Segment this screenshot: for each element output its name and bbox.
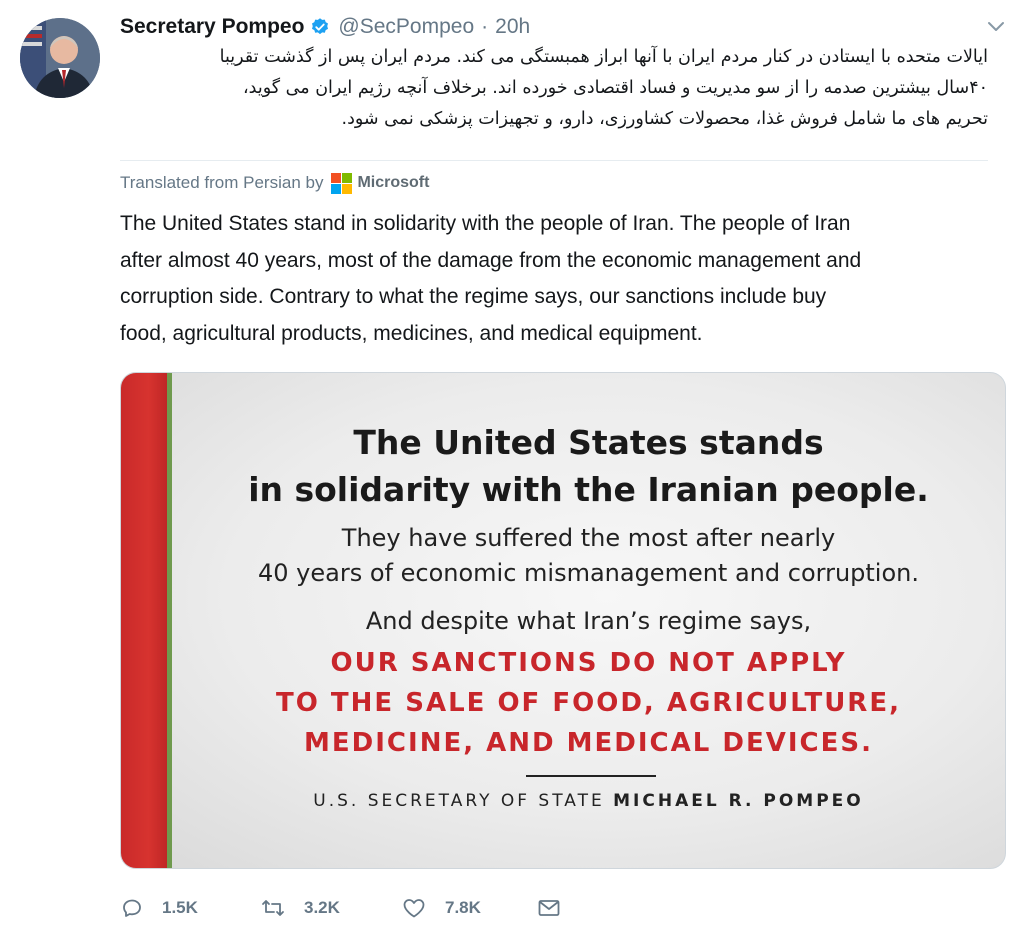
english-line: after almost 40 years, most of the damag…	[120, 248, 862, 272]
english-line: food, agricultural products, medicines, …	[120, 321, 703, 345]
english-line: corruption side. Contrary to what the re…	[120, 285, 827, 308]
author-name[interactable]: Secretary Pompeo	[120, 15, 304, 39]
persian-line: ایالات متحده با ایستادن در کنار مردم ایر…	[219, 47, 988, 67]
card-red-line: MEDICINE, AND MEDICAL DEVICES.	[304, 728, 873, 758]
card-red-line: TO THE SALE OF FOOD, AGRICULTURE,	[276, 688, 901, 718]
microsoft-logo-icon	[331, 172, 353, 194]
card-body-line: 40 years of economic mismanagement and c…	[258, 559, 919, 587]
like-count: 7.8K	[445, 898, 481, 917]
separator: ·	[481, 15, 489, 38]
avatar[interactable]	[20, 18, 100, 98]
tweet-text-original: ایالات متحده با ایستادن در کنار مردم ایر…	[120, 42, 988, 135]
tweet-header: Secretary Pompeo @SecPompeo · 20h	[120, 12, 1004, 42]
direct-message-icon	[536, 896, 562, 920]
card-red-stripe	[121, 373, 167, 868]
card-body-line: They have suffered the most after nearly	[341, 524, 836, 552]
persian-line: ۴۰سال بیشترین صدمه را از سو مدیریت و فسا…	[243, 78, 988, 98]
reply-icon	[120, 896, 144, 920]
signature-title: U.S. SECRETARY OF STATE	[313, 791, 614, 811]
card-headline-line: The United States stands	[353, 423, 824, 462]
english-line: The United States stand in solidarity wi…	[120, 212, 851, 235]
translated-label: Translated from Persian by	[120, 173, 324, 192]
like-icon	[401, 896, 427, 920]
tweet-media-image[interactable]: The United States stands in solidarity w…	[120, 372, 1006, 869]
card-red-line: OUR SANCTIONS DO NOT APPLY	[330, 648, 847, 678]
reply-count: 1.5K	[162, 898, 198, 917]
reply-button[interactable]: 1.5K	[120, 896, 198, 920]
signature-name: MICHAEL R. POMPEO	[613, 791, 864, 811]
tweet-timestamp[interactable]: 20h	[495, 15, 530, 39]
like-button[interactable]: 7.8K	[401, 896, 481, 920]
author-handle[interactable]: @SecPompeo	[338, 15, 474, 39]
signature-rule	[526, 775, 656, 777]
persian-line: تحریم های ما شامل فروش غذا، محصولات کشاو…	[341, 109, 988, 129]
direct-message-button[interactable]	[536, 896, 562, 920]
card-headline-line: in solidarity with the Iranian people.	[248, 470, 929, 509]
translator-name[interactable]: Microsoft	[357, 174, 429, 192]
retweet-button[interactable]: 3.2K	[260, 896, 340, 920]
retweet-count: 3.2K	[304, 898, 340, 917]
card-content: The United States stands in solidarity w…	[172, 373, 1005, 868]
card-signature: U.S. SECRETARY OF STATE MICHAEL R. POMPE…	[172, 791, 1005, 811]
card-body-line: And despite what Iran’s regime says,	[365, 607, 812, 635]
retweet-icon	[260, 896, 286, 920]
verified-badge-icon	[310, 17, 330, 37]
chevron-down-icon[interactable]	[984, 14, 1008, 38]
translation-attribution: Translated from Persian by Microsoft	[120, 170, 429, 196]
translation-divider	[120, 160, 988, 161]
tweet-text-translated: The United States stand in solidarity wi…	[120, 206, 1000, 352]
